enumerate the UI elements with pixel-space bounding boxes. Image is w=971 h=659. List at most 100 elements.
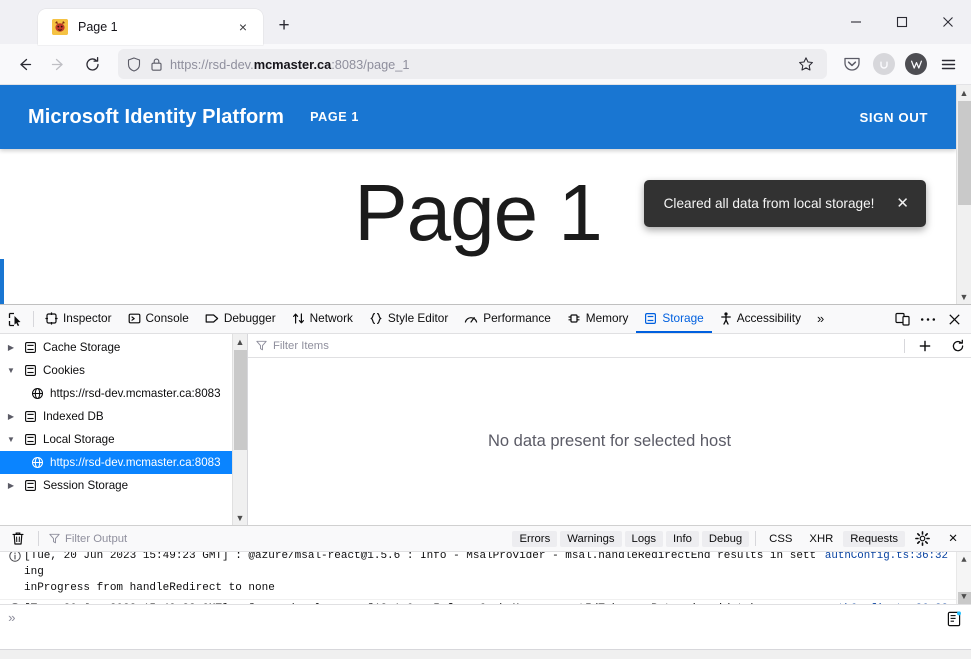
tab-memory[interactable]: Memory (559, 305, 637, 333)
console-filter-requests[interactable]: Requests (843, 530, 905, 547)
tabbar-divider (33, 311, 34, 327)
storage-empty-message: No data present for selected host (487, 432, 732, 450)
tab-inspector[interactable]: Inspector (37, 305, 120, 333)
responsive-design-mode-icon[interactable] (889, 305, 915, 334)
tab-label: Memory (585, 311, 629, 325)
shield-icon[interactable] (126, 56, 142, 72)
scroll-up-icon[interactable]: ▲ (957, 85, 971, 100)
scroll-down-icon[interactable]: ▼ (233, 510, 248, 525)
console-row[interactable]: [Tue, 20 Jun 2023 15:49:23 GMT] : @azure… (0, 552, 956, 600)
console-filter-debug[interactable]: Debug (701, 530, 750, 547)
tab-style-editor[interactable]: Style Editor (361, 305, 456, 333)
console-rows: [Tue, 20 Jun 2023 15:49:23 GMT] : @azure… (0, 552, 956, 604)
console-filter-warnings[interactable]: Warnings (560, 530, 622, 547)
console-toolbar: Filter Output Errors Warnings Logs Info … (0, 526, 971, 552)
page-scrollbar[interactable]: ▲ ▼ (956, 85, 971, 304)
url-scheme: https://rsd-dev. (170, 56, 254, 72)
console-filter-info[interactable]: Info (666, 530, 699, 547)
menu-icon[interactable] (933, 49, 963, 79)
maximize-icon[interactable] (879, 0, 925, 44)
gear-icon[interactable] (908, 526, 936, 552)
scroll-down-icon[interactable]: ▼ (957, 289, 971, 304)
reload-icon[interactable] (76, 48, 108, 80)
toast-message: Cleared all data from local storage! (663, 196, 875, 211)
refresh-items-button[interactable] (944, 334, 971, 358)
inspector-icon (45, 311, 58, 325)
chevron-right-icon[interactable]: ▶ (4, 481, 18, 490)
tab-debugger[interactable]: Debugger (197, 305, 284, 333)
nav-link-page1[interactable]: PAGE 1 (310, 110, 359, 124)
browser-tab[interactable]: Page 1 × (38, 9, 263, 45)
tab-accessibility[interactable]: Accessibility (712, 305, 809, 333)
forward-icon (42, 48, 74, 80)
chevron-down-icon[interactable]: ▼ (4, 366, 18, 375)
lock-icon[interactable] (148, 56, 164, 72)
chevron-right-icon[interactable]: ▶ (4, 343, 18, 352)
add-item-button[interactable] (911, 334, 938, 358)
scroll-up-icon[interactable]: ▲ (233, 334, 248, 349)
toolbar-divider (755, 531, 757, 546)
tree-item-label: https://rsd-dev.mcmaster.ca:8083 (50, 387, 221, 400)
new-tab-button[interactable]: + (269, 11, 299, 41)
close-devtools-icon[interactable] (941, 305, 967, 334)
storage-items-pane: Filter Items No data present for selecte… (248, 334, 971, 525)
console-input-row[interactable]: » (0, 604, 971, 649)
filter-bar-divider (904, 338, 905, 353)
element-picker-icon[interactable] (0, 305, 30, 333)
console-icon (128, 312, 141, 325)
console-source-link[interactable]: authConfig.ts:36:32 (825, 552, 956, 562)
trash-icon[interactable] (4, 526, 32, 552)
window-controls (833, 0, 971, 44)
extension-icon[interactable] (901, 49, 931, 79)
chevron-down-icon[interactable]: ▼ (4, 435, 18, 444)
pocket-icon[interactable] (837, 49, 867, 79)
storage-tree-scrollbar[interactable]: ▲ ▼ (232, 334, 247, 525)
tab-label: Console (145, 311, 189, 325)
globe-icon (30, 386, 45, 401)
account-icon[interactable] (869, 49, 899, 79)
url-bar[interactable]: https://rsd-dev.mcmaster.ca:8083/page_1 (118, 49, 827, 79)
storage-tree-scrollbar-thumb[interactable] (234, 350, 247, 450)
console-filter-logs[interactable]: Logs (624, 530, 664, 547)
tree-item-cookies[interactable]: ▼ Cookies (0, 359, 232, 382)
tab-console[interactable]: Console (120, 305, 197, 333)
close-window-icon[interactable] (925, 0, 971, 44)
console-filter-errors[interactable]: Errors (512, 530, 558, 547)
tree-item-local-storage-host[interactable]: https://rsd-dev.mcmaster.ca:8083 (0, 451, 232, 474)
meatball-menu-icon[interactable] (915, 305, 941, 334)
console-filter-input[interactable]: Filter Output (45, 533, 509, 545)
tree-item-label: Cookies (43, 364, 85, 377)
tree-item-local-storage[interactable]: ▼ Local Storage (0, 428, 232, 451)
tab-performance[interactable]: Performance (456, 305, 559, 333)
close-console-icon[interactable]: ✕ (939, 526, 967, 552)
back-icon[interactable] (8, 48, 40, 80)
filter-items-input[interactable]: Filter Items (273, 340, 329, 352)
split-console-editor-icon[interactable] (947, 611, 961, 627)
tree-item-indexed-db[interactable]: ▶ Indexed DB (0, 405, 232, 428)
console-scrollbar[interactable]: ▲ ▼ (956, 552, 971, 604)
scroll-down-icon[interactable]: ▼ (957, 589, 971, 604)
scroll-up-icon[interactable]: ▲ (957, 552, 971, 567)
tab-label: Performance (483, 311, 551, 325)
tree-item-session-storage[interactable]: ▶ Session Storage (0, 474, 232, 497)
close-tab-icon[interactable]: × (233, 17, 253, 37)
url-path: :8083/page_1 (331, 56, 410, 72)
bookmark-star-icon[interactable] (793, 51, 819, 77)
info-icon (6, 552, 24, 562)
chevron-double-right-icon: » (816, 310, 825, 326)
sign-out-button[interactable]: SIGN OUT (859, 110, 928, 125)
console-filter-xhr[interactable]: XHR (802, 531, 840, 547)
devtools-overflow-button[interactable]: » (809, 305, 832, 333)
tab-storage[interactable]: Storage (636, 305, 712, 333)
filter-icon (49, 533, 60, 544)
page-scrollbar-thumb[interactable] (958, 101, 971, 205)
tree-item-cookies-host[interactable]: https://rsd-dev.mcmaster.ca:8083 (0, 382, 232, 405)
tree-item-label: Cache Storage (43, 341, 121, 354)
minimize-icon[interactable] (833, 0, 879, 44)
console-filter-css[interactable]: CSS (762, 531, 799, 547)
url-text[interactable]: https://rsd-dev.mcmaster.ca:8083/page_1 (170, 57, 787, 72)
tab-network[interactable]: Network (284, 305, 361, 333)
toast-close-icon[interactable]: ✕ (896, 196, 909, 211)
chevron-right-icon[interactable]: ▶ (4, 412, 18, 421)
tree-item-cache-storage[interactable]: ▶ Cache Storage (0, 336, 232, 359)
